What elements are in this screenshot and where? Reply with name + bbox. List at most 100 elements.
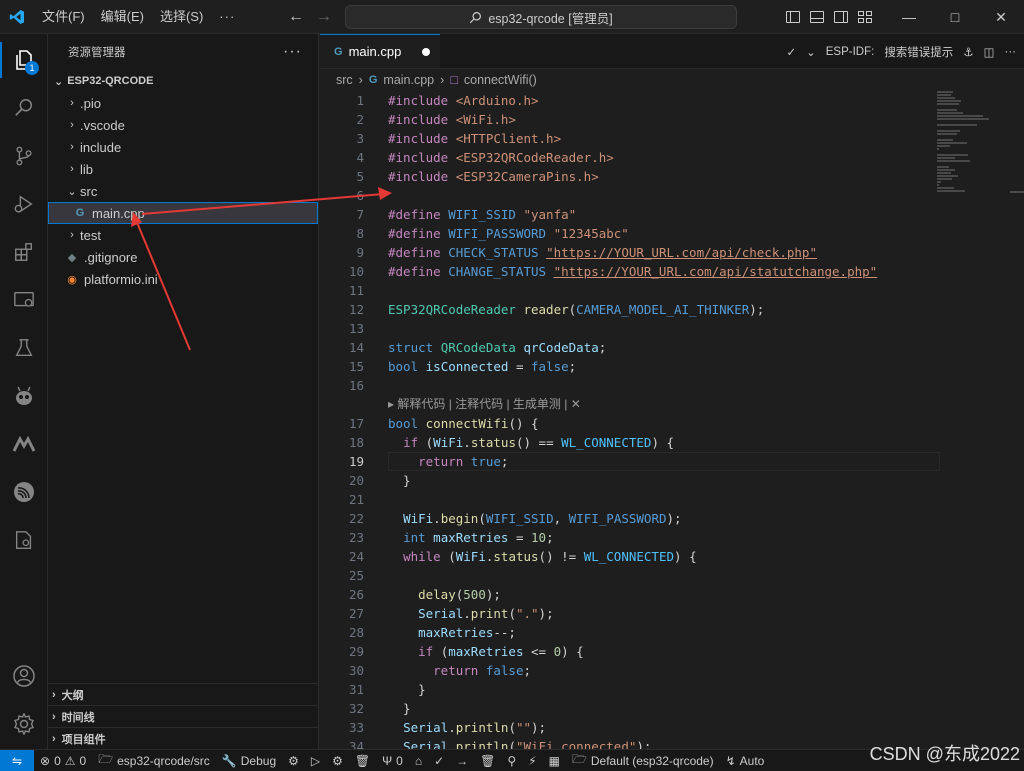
testing-icon[interactable] [0, 324, 48, 372]
tab-main-cpp[interactable]: G main.cpp [320, 34, 440, 68]
project-folder-status[interactable]: 🗁 esp32-qrcode/src [92, 750, 216, 771]
code-line[interactable]: 25 [320, 566, 930, 585]
code-line[interactable]: 22 WiFi.begin(WIFI_SSID, WIFI_PASSWORD); [320, 509, 930, 528]
run-icon[interactable]: ▷ [305, 754, 326, 768]
explorer-icon[interactable]: 1 [0, 36, 48, 84]
checkmark-icon[interactable]: ✓ [786, 45, 796, 59]
run-debug-icon[interactable] [0, 180, 48, 228]
tree-item-include[interactable]: › include [48, 136, 318, 158]
outline-section[interactable]: › 大纲 [48, 683, 318, 705]
tree-item-vscode[interactable]: › .vscode [48, 114, 318, 136]
auto-status[interactable]: ↯ Auto [720, 754, 771, 768]
menu-more[interactable]: ··· [211, 0, 243, 34]
code-line[interactable]: 30 return false; [320, 661, 930, 680]
code-line[interactable]: 4 #include <ESP32QRCodeReader.h> [320, 148, 930, 167]
test-flask-icon[interactable]: ⚲ [501, 754, 522, 768]
toggle-panel-icon[interactable] [810, 11, 824, 23]
code-line[interactable]: 11 [320, 281, 930, 300]
source-control-icon[interactable] [0, 132, 48, 180]
code-line[interactable]: 8 #define WIFI_PASSWORD "12345abc" [320, 224, 930, 243]
code-line[interactable]: 31 } [320, 680, 930, 699]
account-icon[interactable] [0, 652, 48, 700]
code-line[interactable]: 9 #define CHECK_STATUS "https://YOUR_URL.… [320, 243, 930, 262]
ports-status[interactable]: Ψ 0 [376, 754, 409, 768]
extensions-icon[interactable] [0, 228, 48, 276]
toggle-primary-sidebar-icon[interactable] [786, 11, 800, 23]
terminal-icon[interactable]: ▦ [543, 754, 566, 768]
platformio-alien-icon[interactable] [0, 372, 48, 420]
code-line[interactable]: 12 ESP32QRCodeReader reader(CAMERA_MODEL_… [320, 300, 930, 319]
search-errors-button[interactable]: 搜索错误提示 [884, 44, 953, 60]
code-line[interactable]: 16 [320, 376, 930, 395]
code-line[interactable]: 20 } [320, 471, 930, 490]
chevron-down-icon[interactable]: ⌄ [806, 45, 816, 59]
tree-item-main-cpp[interactable]: G main.cpp [48, 202, 318, 224]
search-icon[interactable] [0, 84, 48, 132]
plug-icon[interactable]: ⚡ [522, 754, 542, 768]
code-line[interactable]: 1 #include <Arduino.h> [320, 91, 930, 110]
code-line[interactable]: 10 #define CHANGE_STATUS "https://YOUR_UR… [320, 262, 930, 281]
code-line[interactable]: 32 } [320, 699, 930, 718]
project-components-section[interactable]: › 项目组件 [48, 727, 318, 749]
unsaved-dot-icon[interactable] [422, 47, 430, 56]
device-settings-icon[interactable] [0, 516, 48, 564]
code-line[interactable]: 5 #include <ESP32CameraPins.h> [320, 167, 930, 186]
code-line[interactable]: 27 Serial.print("."); [320, 604, 930, 623]
code-line[interactable]: 14 struct QRCodeData qrCodeData; [320, 338, 930, 357]
maximize-button[interactable]: □ [932, 0, 978, 34]
code-line[interactable]: 33 Serial.println(""); [320, 718, 930, 737]
customize-layout-icon[interactable] [858, 11, 872, 23]
upload-arrow-icon[interactable]: → [450, 754, 474, 768]
minimize-button[interactable]: — [886, 0, 932, 34]
code-editor[interactable]: 1 #include <Arduino.h> 2 #include <WiFi.h> 3… [320, 91, 940, 756]
problems-status[interactable]: ⊗ 0 ⚠ 0 [34, 754, 92, 768]
menu-edit[interactable]: 编辑(E) [93, 0, 152, 34]
more-actions-icon[interactable]: ··· [283, 43, 302, 61]
tree-item-src[interactable]: ⌄ src [48, 180, 318, 202]
vertical-scrollbar[interactable] [1010, 91, 1024, 749]
code-line[interactable]: 28 maxRetries--; [320, 623, 930, 642]
code-line[interactable]: 7 #define WIFI_SSID "yanfa" [320, 205, 930, 224]
code-line[interactable]: 19 return true; [320, 452, 940, 471]
code-line[interactable]: 24 while (WiFi.status() != WL_CONNECTED)… [320, 547, 930, 566]
command-center[interactable]: esp32-qrcode [管理员] [345, 5, 737, 29]
code-line[interactable]: 3 #include <HTTPClient.h> [320, 129, 930, 148]
menu-selection[interactable]: 选择(S) [152, 0, 211, 34]
breadcrumb-src[interactable]: src [336, 73, 353, 87]
code-line[interactable]: 18 if (WiFi.status() == WL_CONNECTED) { [320, 433, 930, 452]
debug-status[interactable]: 🔧 Debug [216, 754, 282, 768]
remote-indicator-icon[interactable]: ⇋ [0, 749, 34, 771]
tree-item-test[interactable]: › test [48, 224, 318, 246]
tree-item-platformio-ini[interactable]: ◉ platformio.ini [48, 268, 318, 290]
clean-trash-icon[interactable]: 🗑 [474, 754, 501, 768]
remote-explorer-icon[interactable] [0, 276, 48, 324]
home-icon[interactable]: ⌂ [409, 754, 428, 768]
scroll-thumb[interactable] [1010, 191, 1024, 193]
code-line[interactable]: 21 [320, 490, 930, 509]
tree-item-lib[interactable]: › lib [48, 158, 318, 180]
back-arrow-icon[interactable]: ← [288, 8, 304, 26]
trash-icon[interactable]: 🗑 [349, 754, 376, 768]
espressif-icon[interactable] [0, 468, 48, 516]
code-line[interactable]: 23 int maxRetries = 10; [320, 528, 930, 547]
minimap[interactable] [937, 91, 1007, 271]
tree-item-gitignore[interactable]: ◆ .gitignore [48, 246, 318, 268]
code-line[interactable]: 6 [320, 186, 930, 205]
code-line[interactable]: 15 bool isConnected = false; [320, 357, 930, 376]
code-line[interactable]: 29 if (maxRetries <= 0) { [320, 642, 930, 661]
project-root[interactable]: ⌄ ESP32-QRCODE [48, 70, 318, 92]
toggle-secondary-sidebar-icon[interactable] [834, 11, 848, 23]
manage-gear-icon[interactable] [0, 700, 48, 748]
code-line[interactable]: 2 #include <WiFi.h> [320, 110, 930, 129]
more-actions-icon[interactable]: ··· [1005, 46, 1017, 58]
breadcrumb-symbol[interactable]: connectWifi() [464, 73, 537, 87]
build-check-icon[interactable]: ✓ [428, 754, 450, 768]
forward-arrow-icon[interactable]: → [316, 8, 332, 26]
timeline-section[interactable]: › 时间线 [48, 705, 318, 727]
marscode-icon[interactable] [0, 420, 48, 468]
tree-item-pio[interactable]: › .pio [48, 92, 318, 114]
debug-bug-icon[interactable]: ⚙ [326, 754, 349, 768]
environment-status[interactable]: 🗁 Default (esp32-qrcode) [566, 750, 720, 771]
code-line[interactable]: 17 bool connectWifi() { [320, 414, 930, 433]
menu-file[interactable]: 文件(F) [34, 0, 93, 34]
